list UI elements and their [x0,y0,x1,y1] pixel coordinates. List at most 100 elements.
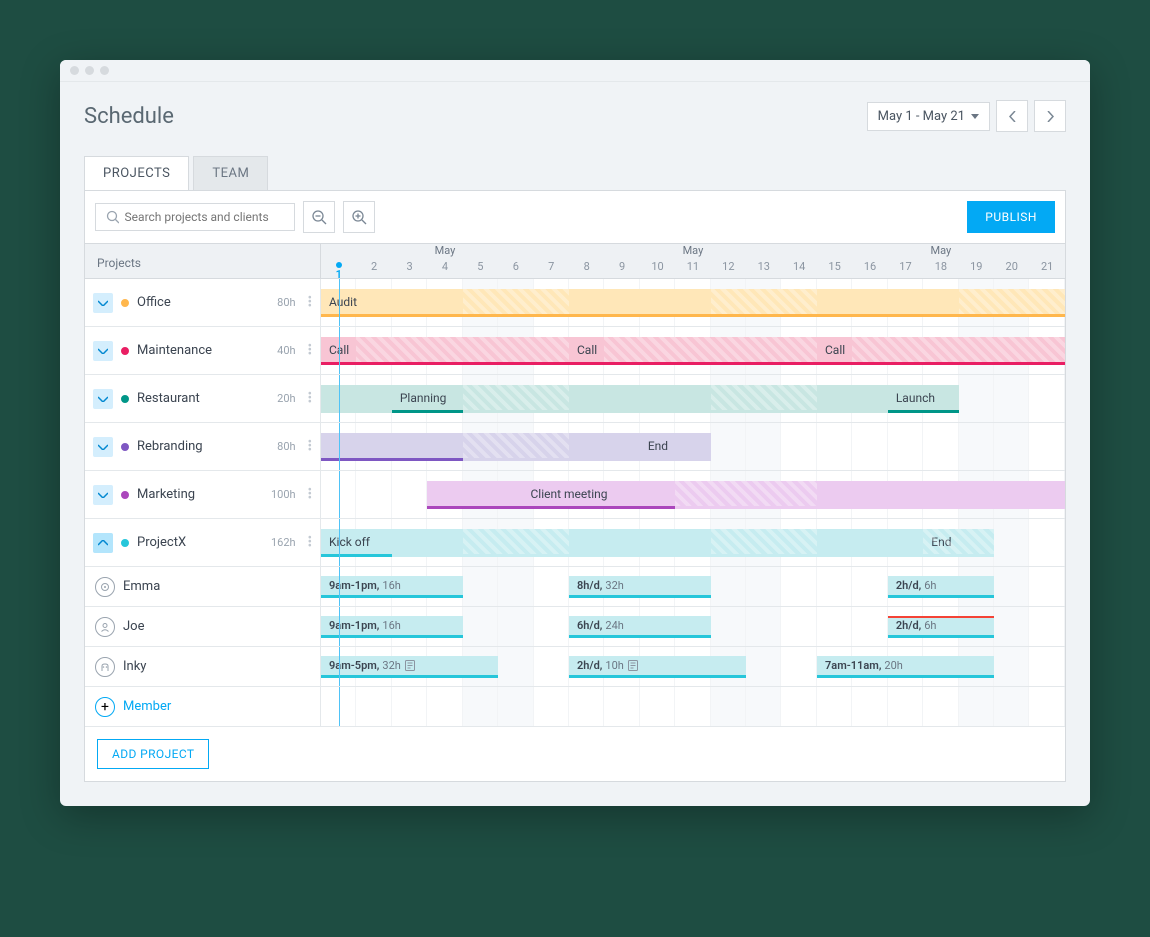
day-header: 15 [817,260,852,278]
project-color-dot [121,539,129,547]
project-name: Restaurant [137,391,269,406]
schedule-bar[interactable]: 2h/d,10h [569,656,746,678]
expand-toggle[interactable] [93,437,113,457]
project-hours: 80h [277,440,295,453]
member-avatar [95,657,115,677]
schedule-bar[interactable]: Client meeting [427,481,710,509]
tab-team[interactable]: TEAM [193,156,268,190]
member-name: Joe [123,619,312,634]
row-menu-icon[interactable]: ••• [308,393,312,405]
project-color-dot [121,347,129,355]
schedule-bar[interactable] [463,529,569,557]
day-header: 17 [888,260,923,278]
schedule-bar[interactable]: 9am-1pm,16h [321,576,463,598]
date-range-label: May 1 - May 21 [878,109,965,124]
day-header: 6 [498,260,533,278]
project-name: Marketing [137,487,263,502]
day-header: 11 [675,260,710,278]
traffic-light-max[interactable] [100,66,109,75]
schedule-bar[interactable]: 2h/d,6h [888,576,994,598]
project-hours: 100h [271,488,296,501]
add-member-label: Member [123,699,312,714]
plus-icon: + [95,697,115,717]
schedule-bar[interactable] [711,289,817,317]
schedule-bar[interactable] [321,385,392,413]
day-header: 8 [569,260,604,278]
schedule-bar[interactable] [817,481,1065,509]
day-header: 21 [1029,260,1064,278]
schedule-bar[interactable] [817,385,888,413]
row-menu-icon[interactable]: ••• [308,297,312,309]
day-header: 2 [356,260,391,278]
schedule-bar[interactable]: End [640,433,711,461]
tab-projects[interactable]: PROJECTS [84,156,189,190]
day-header: 20 [994,260,1029,278]
note-icon [405,660,415,671]
schedule-bar[interactable] [711,385,817,413]
expand-toggle[interactable] [93,293,113,313]
publish-button[interactable]: PUBLISH [967,201,1055,233]
zoom-in-button[interactable] [343,201,375,233]
schedule-bar[interactable] [356,337,569,365]
add-project-button[interactable]: ADD PROJECT [97,739,209,769]
schedule-bar[interactable]: 9am-1pm,16h [321,616,463,638]
schedule-bar[interactable] [711,529,817,557]
schedule-bar[interactable]: End [923,529,994,557]
schedule-bar[interactable] [604,337,817,365]
schedule-bar[interactable]: 8h/d,32h [569,576,711,598]
expand-toggle[interactable] [93,533,113,553]
project-hours: 162h [271,536,296,549]
schedule-bar[interactable] [675,481,817,509]
day-header: 7 [534,260,569,278]
schedule-bar[interactable] [852,337,1065,365]
project-hours: 80h [277,296,295,309]
day-header: 4 [427,260,462,278]
zoom-out-icon [311,209,327,225]
schedule-bar[interactable] [463,289,569,317]
schedule-bar[interactable]: 6h/d,24h [569,616,711,638]
schedule-bar[interactable]: 9am-5pm,32h [321,656,498,678]
member-avatar [95,617,115,637]
note-icon [628,660,638,671]
expand-toggle[interactable] [93,389,113,409]
day-header: 10 [640,260,675,278]
traffic-light-close[interactable] [70,66,79,75]
schedule-bar[interactable]: 7am-11am,20h [817,656,994,678]
project-color-dot [121,491,129,499]
project-name: Rebranding [137,439,269,454]
timeline-header: MayMayMay 123456789101112131415161718192… [321,244,1065,278]
row-menu-icon[interactable]: ••• [308,489,312,501]
add-member-button[interactable]: + Member [85,687,321,726]
day-header: 3 [392,260,427,278]
project-hours: 20h [277,392,295,405]
search-container[interactable] [95,203,295,231]
row-menu-icon[interactable]: ••• [308,441,312,453]
schedule-bar[interactable] [463,385,569,413]
chevron-left-icon [1009,111,1016,122]
day-header: 14 [781,260,816,278]
day-header: 18 [923,260,958,278]
expand-toggle[interactable] [93,485,113,505]
zoom-out-button[interactable] [303,201,335,233]
page-title: Schedule [84,104,174,129]
search-input[interactable] [125,210,284,224]
traffic-light-min[interactable] [85,66,94,75]
project-name: Office [137,295,269,310]
schedule-bar[interactable] [959,289,1065,317]
prev-range-button[interactable] [996,100,1028,132]
schedule-bar[interactable]: Launch [888,385,959,413]
date-range-picker[interactable]: May 1 - May 21 [867,102,990,131]
row-menu-icon[interactable]: ••• [308,537,312,549]
row-menu-icon[interactable]: ••• [308,345,312,357]
window-titlebar [60,60,1090,82]
schedule-bar[interactable] [463,433,569,461]
projects-column-header: Projects [85,244,321,278]
chevron-right-icon [1047,111,1054,122]
project-color-dot [121,299,129,307]
schedule-bar[interactable]: 2h/d,6h [888,616,994,638]
project-name: Maintenance [137,343,269,358]
next-range-button[interactable] [1034,100,1066,132]
day-header: 16 [852,260,887,278]
expand-toggle[interactable] [93,341,113,361]
search-icon [106,210,119,224]
